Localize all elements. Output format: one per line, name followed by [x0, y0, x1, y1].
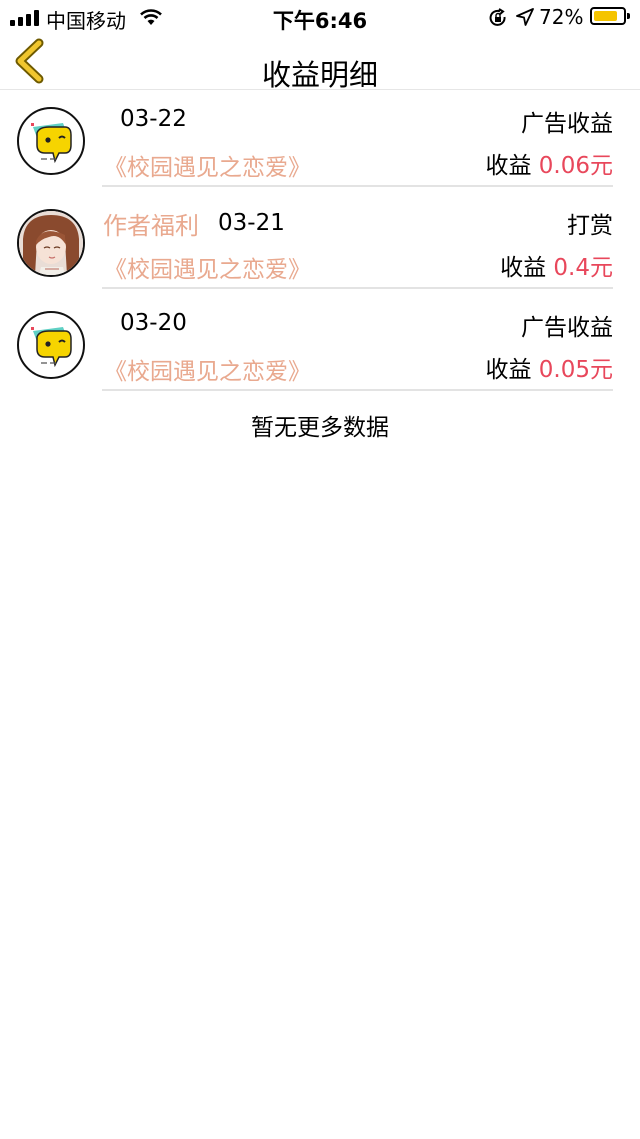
earning-row[interactable]: 作者福利 03-21 打赏 《校园遇见之恋爱》 收益 0.4元 [0, 192, 640, 294]
orientation-lock-icon [488, 8, 508, 32]
anime-girl-avatar [17, 209, 85, 277]
location-icon [516, 8, 534, 30]
row-date: 03-20 [120, 310, 187, 336]
status-bar: 中国移动 下午6:46 72% [0, 0, 640, 34]
earning-row[interactable]: 03-20 广告收益 《校园遇见之恋爱》 收益 0.05元 [0, 294, 640, 396]
row-type: 打赏 [567, 213, 613, 239]
row-earning: 收益 0.06元 [485, 146, 613, 180]
earning-label: 收益 [485, 153, 532, 179]
battery-percent: 72% [539, 5, 584, 29]
row-divider [102, 185, 613, 187]
battery-icon [590, 7, 630, 25]
chat-bubble-icon [17, 107, 85, 175]
row-book-title: 《校园遇见之恋爱》 [104, 155, 311, 181]
row-type: 广告收益 [521, 315, 613, 341]
row-date: 03-22 [120, 106, 187, 132]
row-book-title: 《校园遇见之恋爱》 [104, 359, 311, 385]
nav-bar: 收益明细 [0, 34, 640, 92]
earning-amount: 0.06元 [538, 153, 613, 179]
earning-amount: 0.05元 [538, 357, 613, 383]
row-book-title: 《校园遇见之恋爱》 [104, 257, 311, 283]
earning-amount: 0.4元 [553, 255, 613, 281]
row-earning: 收益 0.05元 [485, 350, 613, 384]
earning-label: 收益 [500, 255, 547, 281]
row-date: 03-21 [218, 210, 285, 236]
chat-bubble-icon [17, 311, 85, 379]
no-more-data-text: 暂无更多数据 [251, 415, 389, 441]
earnings-list: 03-22 广告收益 《校园遇见之恋爱》 收益 0.06元 作者福利 03-21 [0, 90, 640, 396]
author-welfare-tag: 作者福利 [103, 212, 199, 240]
earning-row[interactable]: 03-22 广告收益 《校园遇见之恋爱》 收益 0.06元 [0, 90, 640, 192]
page-title: 收益明细 [261, 58, 378, 92]
row-type: 广告收益 [521, 111, 613, 137]
row-divider [102, 389, 613, 391]
earning-label: 收益 [485, 357, 532, 383]
row-divider [102, 287, 613, 289]
row-earning: 收益 0.4元 [500, 248, 613, 282]
